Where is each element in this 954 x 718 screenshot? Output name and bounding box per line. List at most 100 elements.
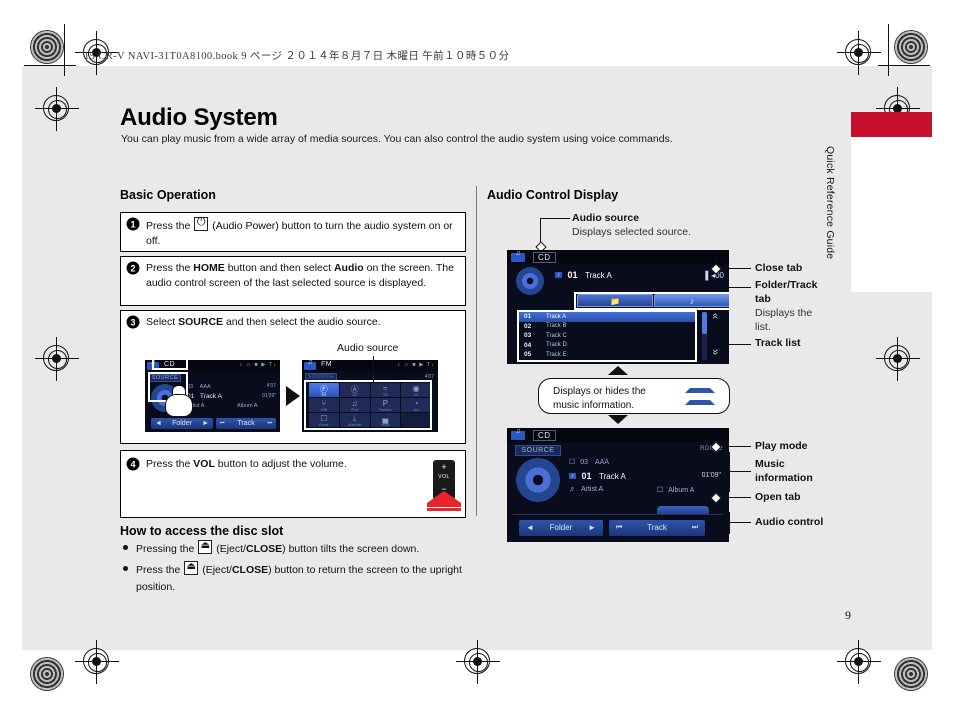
callout-line-music-info — [729, 471, 751, 472]
mi-album-name: Album A — [668, 487, 695, 494]
scroll-up-icon[interactable]: « — [709, 313, 721, 319]
manual-page: 15 CR-V NAVI-31T0A8100.book 9 ページ ２０１４年８… — [0, 0, 954, 718]
highlight-frame-tabs — [574, 292, 729, 310]
source-button-4[interactable]: SOURCE — [515, 445, 561, 456]
screen-source-label-4: CD — [533, 430, 556, 441]
screen-music-information[interactable]: CD SOURCE ☐ 03 AAA ♪ 01 Track A ♬ Artist… — [507, 428, 729, 542]
screen-track-list[interactable]: CD ♪ 01 Track A ▌◂00 📁 ♪ 01Track A02Trac… — [507, 250, 729, 364]
callout-track-list: Track list — [755, 337, 801, 351]
track-control-2[interactable]: ⏮ Track ⏭ — [609, 520, 705, 536]
track-next-icon-2[interactable]: ⏭ — [692, 520, 698, 536]
track-prev-icon-2[interactable]: ⏮ — [616, 520, 622, 536]
track-time-elapsed: 01'09" — [262, 393, 276, 399]
highlight-frame-source-grid — [304, 380, 432, 430]
row-folder-text: AAA — [199, 384, 211, 390]
callout-audio-source-label: Audio source — [572, 212, 639, 226]
note-badge-icon: ♪ — [555, 272, 562, 278]
callout-track-list-text: Track list — [755, 337, 801, 349]
folder-next-icon[interactable]: ► — [202, 418, 209, 429]
track-control[interactable]: ⏮ Track ⏭ — [216, 418, 276, 429]
track-next-icon[interactable]: ⏭ — [267, 418, 272, 429]
track-prev-icon[interactable]: ⏮ — [220, 418, 225, 429]
side-tab-label: Quick Reference Guide — [824, 146, 836, 260]
cd-disc-icon-4 — [516, 458, 560, 502]
mi-folder-name: AAA — [594, 459, 609, 466]
registration-mark-bottom-center — [456, 640, 500, 684]
print-header-text: 15 CR-V NAVI-31T0A8100.book 9 ページ ２０１４年８… — [84, 51, 510, 62]
mi-elapsed: 01'09" — [701, 472, 721, 479]
callout-line-audio-source-h — [540, 218, 570, 219]
callout-open-tab: Open tab — [755, 491, 801, 505]
volume-up-label[interactable]: + — [433, 462, 455, 472]
registration-mark-bottom-left — [75, 640, 119, 684]
folder-next-icon-2[interactable]: ► — [588, 520, 596, 536]
print-color-blob-topleft — [30, 30, 64, 64]
step-2-bullet-icon: 2 — [126, 261, 140, 275]
scroll-down-icon[interactable]: » — [709, 349, 721, 355]
track-label-2: Track — [647, 523, 667, 532]
print-color-blob-bottomright — [894, 657, 928, 691]
now-playing-title: Track A — [585, 271, 612, 280]
page-title: Audio System — [120, 104, 278, 131]
svg-text:2: 2 — [130, 264, 135, 274]
page-number: 9 — [845, 608, 851, 622]
list-item: Pressing the (Eject/CLOSE) button tilts … — [122, 539, 462, 559]
svg-text:3: 3 — [130, 318, 135, 328]
scrollbar-thumb[interactable] — [702, 312, 707, 334]
print-color-blob-bottomleft — [30, 657, 64, 691]
highlight-frame-source-label — [152, 358, 188, 370]
balloon-text: Displays or hides the music information. — [553, 386, 646, 411]
step-1-bullet-icon: 1 — [126, 217, 140, 231]
callout-line-open-tab — [729, 497, 751, 498]
open-close-tab-icon — [685, 388, 715, 405]
column-divider — [476, 186, 477, 516]
folder-prev-icon-2[interactable]: ◄ — [526, 520, 534, 536]
callout-line-audio-control — [729, 522, 751, 523]
callout-folder-track-tab: Folder/Track tab — [755, 279, 827, 306]
screen-title-bar-3: CD — [507, 250, 729, 264]
balloon-arrow-down-icon — [608, 415, 628, 424]
music-info-balloon: Displays or hides the music information. — [538, 378, 730, 414]
screen-title-bar-2: FM ♪ ☼ ■ ▶ T↓ — [302, 360, 438, 371]
callout-audio-source-text: Audio source — [572, 212, 640, 224]
row-album: Album A — [237, 403, 258, 409]
now-playing-num: 01 — [567, 270, 578, 280]
registration-mark-mid-left — [35, 87, 79, 131]
callout-close-tab-text: Close tab — [755, 262, 803, 274]
crop-mark-h-left — [24, 65, 76, 66]
track-label: Track — [237, 420, 255, 427]
folder-label: Folder — [172, 420, 192, 427]
callout-audio-control-text: Audio control — [755, 516, 824, 528]
folder-control-2[interactable]: ◄ Folder ► — [519, 520, 603, 536]
callout-folder-track-tab-desc: Displays the list. — [755, 307, 813, 333]
mi-track-row: ♪ 01 Track A — [569, 471, 626, 481]
crop-mark-v-left — [64, 24, 65, 76]
callout-play-mode-text: Play mode — [755, 440, 808, 452]
music-note-icon-2 — [304, 360, 316, 370]
callout-open-tab-text: Open tab — [755, 491, 801, 503]
screen-status-icons-2: ♪ ☼ ■ ▶ T↓ — [397, 361, 435, 368]
crop-mark-h-right — [878, 65, 930, 66]
callout-line-folder-track-tab — [729, 287, 751, 288]
side-tab-color-bar — [851, 112, 932, 137]
callout-close-tab: Close tab — [755, 262, 802, 276]
balloon-arrow-up-icon — [608, 366, 628, 375]
callout-audio-source-desc: Displays selected source. — [572, 226, 692, 238]
music-note-icon-4 — [511, 428, 525, 440]
registration-mark-bottom-right — [837, 640, 881, 684]
hand-pointer-icon — [165, 385, 193, 417]
note-badge-icon-2: ♪ — [569, 473, 576, 479]
callout-bracket-music-info — [724, 452, 730, 492]
open-tab-handle[interactable] — [657, 506, 709, 514]
callout-play-mode: Play mode — [755, 440, 808, 454]
flow-arrow-icon — [286, 386, 300, 406]
folder-prev-icon[interactable]: ◄ — [155, 418, 162, 429]
mi-track-name: Track A — [599, 472, 626, 481]
screen-source-label-3: CD — [533, 252, 556, 263]
folder-control[interactable]: ◄ Folder ► — [151, 418, 213, 429]
mi-artist: ♬ Artist A — [569, 486, 603, 493]
step-3-bullet-icon: 3 — [126, 315, 140, 329]
step-1-text: Press the (Audio Power) button to turn t… — [146, 215, 456, 248]
callout-bracket-audio-control — [724, 512, 730, 534]
press-indicator-bar-2 — [427, 508, 461, 511]
